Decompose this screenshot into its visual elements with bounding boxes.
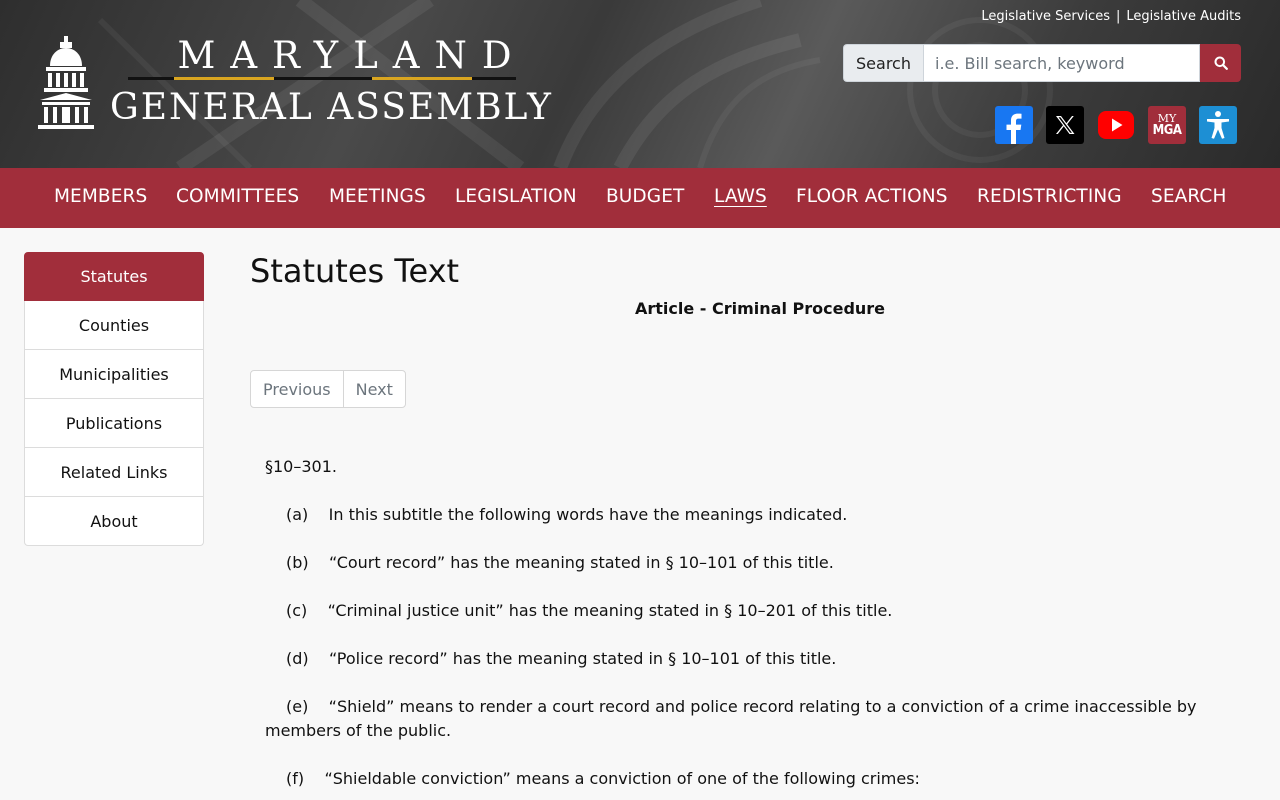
search-input[interactable]	[923, 44, 1200, 82]
site-logo[interactable]: MARYLAND GENERAL ASSEMBLY	[36, 36, 556, 136]
search-icon	[1214, 56, 1228, 70]
main-navigation: MEMBERS COMMITTEES MEETINGS LEGISLATION …	[0, 168, 1280, 228]
capitol-dome-icon	[38, 36, 94, 129]
nav-meetings[interactable]: MEETINGS	[329, 168, 426, 228]
article-title: Article - Criminal Procedure	[634, 299, 886, 318]
statute-text: §10–301. (a) In this subtitle the follow…	[265, 455, 1225, 800]
sidebar-item-publications[interactable]: Publications	[24, 399, 204, 448]
nav-search[interactable]: SEARCH	[1151, 168, 1226, 228]
x-twitter-link[interactable]	[1046, 106, 1084, 144]
next-button[interactable]: Next	[342, 371, 405, 407]
my-mga-icon: MY MGA	[1152, 112, 1182, 138]
nav-legislation[interactable]: LEGISLATION	[455, 168, 577, 228]
my-mga-link[interactable]: MY MGA	[1148, 106, 1186, 144]
sidebar-item-counties[interactable]: Counties	[24, 301, 204, 350]
statute-paragraph: (d) “Police record” has the meaning stat…	[286, 649, 837, 668]
utility-separator: |	[1115, 9, 1121, 24]
sidebar-item-related-links[interactable]: Related Links	[24, 448, 204, 497]
x-twitter-icon	[1056, 116, 1075, 134]
previous-button[interactable]: Previous	[251, 371, 343, 407]
logo-text-maryland: MARYLAND	[177, 34, 527, 77]
logo-divider	[128, 77, 516, 80]
youtube-link[interactable]	[1097, 106, 1135, 144]
nav-floor-actions[interactable]: FLOOR ACTIONS	[796, 168, 948, 228]
utility-links: Legislative Services | Legislative Audits	[981, 9, 1241, 25]
youtube-icon	[1098, 111, 1134, 139]
statute-paragraph: (e) “Shield” means to render a court rec…	[265, 697, 1202, 740]
nav-budget[interactable]: BUDGET	[606, 168, 684, 228]
statute-paragraph: (f) “Shieldable conviction” means a conv…	[286, 769, 920, 788]
statute-paragraph: (b) “Court record” has the meaning state…	[286, 553, 834, 572]
link-legislative-audits[interactable]: Legislative Audits	[1126, 9, 1241, 24]
facebook-link[interactable]	[995, 106, 1033, 144]
link-legislative-services[interactable]: Legislative Services	[981, 9, 1110, 24]
accessibility-icon	[1207, 111, 1229, 139]
statute-paragraph: (a) In this subtitle the following words…	[286, 505, 848, 524]
accessibility-link[interactable]	[1199, 106, 1237, 144]
search-label: Search	[843, 44, 923, 82]
logo-text-general-assembly: GENERAL ASSEMBLY	[110, 87, 553, 128]
pager: Previous Next	[250, 370, 406, 408]
header-search: Search	[843, 44, 1241, 82]
nav-redistricting[interactable]: REDISTRICTING	[977, 168, 1122, 228]
nav-members[interactable]: MEMBERS	[54, 168, 147, 228]
statute-paragraph: (c) “Criminal justice unit” has the mean…	[286, 601, 893, 620]
section-number: §10–301.	[265, 457, 337, 476]
nav-laws[interactable]: LAWS	[714, 168, 767, 228]
sidebar-menu: Statutes Counties Municipalities Publica…	[24, 252, 204, 546]
facebook-icon	[1006, 113, 1022, 144]
sidebar-item-statutes[interactable]: Statutes	[24, 252, 204, 301]
search-button[interactable]	[1200, 44, 1241, 82]
sidebar-item-municipalities[interactable]: Municipalities	[24, 350, 204, 399]
page-title: Statutes Text	[250, 252, 460, 290]
sidebar-item-about[interactable]: About	[24, 497, 204, 546]
nav-committees[interactable]: COMMITTEES	[176, 168, 299, 228]
site-header: MARYLAND GENERAL ASSEMBLY Legislative Se…	[0, 0, 1280, 168]
